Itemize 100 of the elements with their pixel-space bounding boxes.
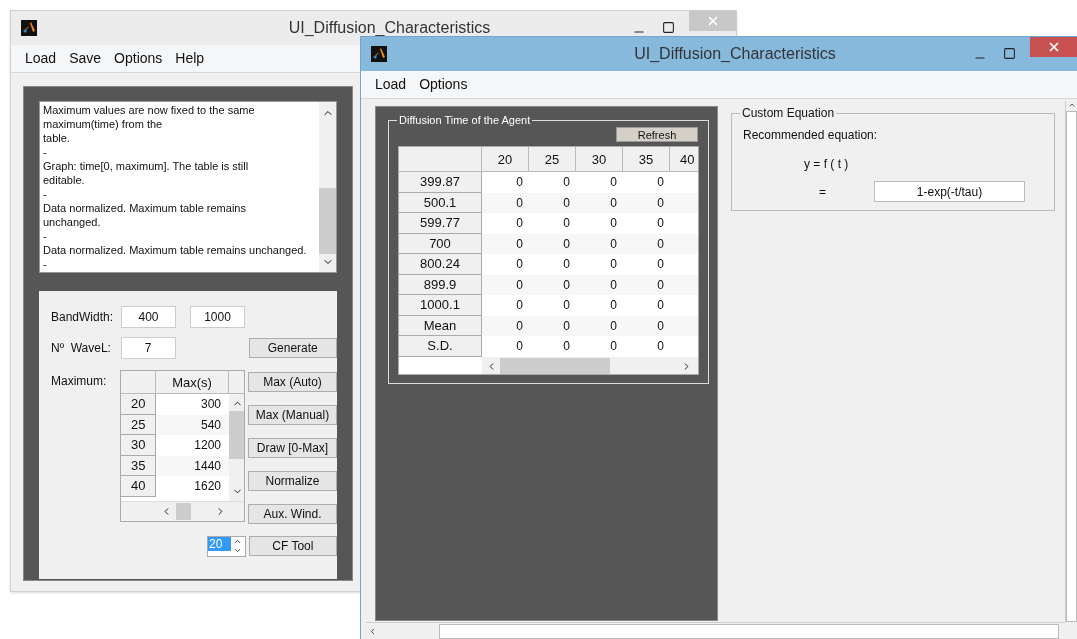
app-logo-icon [371, 46, 387, 62]
equals-sign: = [819, 183, 827, 201]
vertical-scrollbar[interactable] [229, 394, 244, 501]
column-header: 35 [623, 147, 670, 171]
table-cell-text: 0 [562, 256, 571, 273]
field-label: Nº WaveL: [51, 340, 112, 357]
table-cell-text: 0 [562, 174, 571, 191]
table-cell-text: 0 [609, 276, 618, 294]
table-cell-text: 0 [515, 215, 524, 232]
group-title: Diffusion Time of the Agent [397, 113, 533, 127]
window-title: UI_Diffusion_Characteristics [288, 18, 491, 38]
table-cell-text: 0 [656, 215, 665, 232]
log-line: - [43, 229, 48, 243]
table-cell-text: 0 [656, 256, 665, 273]
row-header: 700 [399, 233, 482, 254]
row-header: 1000.1 [399, 295, 482, 316]
row-header: 30 [121, 435, 156, 456]
push-button[interactable]: CF Tool [248, 536, 337, 556]
table-cell-text: 0 [562, 317, 571, 335]
column-header: 20 [482, 147, 529, 171]
column-header: 30 [576, 147, 623, 171]
menu-item[interactable]: Save [69, 48, 102, 69]
vertical-scrollbar[interactable] [319, 102, 336, 272]
table-cell-text: 0 [656, 194, 665, 212]
row-header: 25 [121, 414, 156, 435]
table-cell-text: 0 [656, 317, 665, 335]
input-field[interactable]: 400 [121, 306, 176, 328]
input-field[interactable]: 7 [120, 337, 176, 359]
table-cell-text: 0 [656, 174, 665, 191]
table-cell-text: 0 [515, 276, 524, 294]
horizontal-scrollbar[interactable] [121, 501, 244, 521]
column-header: 25 [529, 147, 576, 171]
log-line: - [43, 257, 48, 271]
table-cell-text: 0 [609, 338, 618, 355]
table-cell-text: 0 [609, 317, 618, 335]
scrollbar-thumb[interactable] [176, 503, 191, 520]
table-cell-text: 0 [562, 235, 571, 253]
table-cell-text: 0 [609, 235, 618, 253]
column-header: 40 [679, 151, 696, 169]
row-header: 399.87 [399, 172, 482, 193]
field-label: Maximum: [51, 373, 108, 390]
table-cell-text: 0 [609, 194, 618, 212]
menu-item[interactable]: Help [175, 48, 205, 69]
equation-field[interactable]: 1-exp(-t/tau) [874, 181, 1025, 202]
table-cell-text: 0 [609, 215, 618, 232]
table-cell-text: 0 [656, 297, 665, 314]
table-cell-text: 0 [562, 215, 571, 232]
push-button[interactable]: Draw [0-Max] [248, 438, 337, 458]
equation-function: y = f ( t ) [804, 156, 850, 173]
table-cell-text: 0 [515, 256, 524, 273]
input-field[interactable]: 1000 [190, 306, 245, 328]
vertical-scrollbar[interactable] [1065, 101, 1077, 622]
push-button[interactable]: Generate [248, 338, 337, 358]
log-line: - [43, 145, 48, 159]
menu-item[interactable]: Load [375, 74, 407, 95]
table-cell-text: 0 [562, 297, 571, 314]
log-line: table. [43, 131, 71, 145]
maximize-icon[interactable] [1003, 47, 1016, 60]
table-cell-text: 0 [515, 235, 524, 253]
field-label: BandWidth: [51, 309, 115, 326]
group-title: Custom Equation [740, 106, 837, 120]
menu-item[interactable]: Load [25, 48, 57, 69]
table-cell-text: 0 [656, 338, 665, 355]
push-button[interactable]: Max (Auto) [248, 372, 337, 392]
log-line: Maximum values are now fixed to the same [43, 103, 256, 117]
table-cell: 540 [156, 414, 229, 435]
table-cell-text: 0 [609, 256, 618, 273]
table-cell-text: 0 [609, 297, 618, 314]
table-cell-text: 0 [515, 194, 524, 212]
table-cell: 1440 [156, 455, 229, 476]
maximize-icon[interactable] [662, 21, 675, 34]
table-cell-text: 0 [515, 174, 524, 191]
push-button[interactable]: Normalize [248, 471, 337, 491]
menu-item[interactable]: Options [419, 74, 468, 95]
refresh-button[interactable]: Refresh [616, 127, 698, 142]
log-line: Data normalized. Maximum table remains unchanged. [43, 243, 308, 257]
row-header: 20 [121, 394, 156, 415]
row-header: 35 [121, 455, 156, 476]
table-cell-text: 0 [515, 338, 524, 355]
window-title: UI_Diffusion_Characteristics [634, 44, 836, 64]
row-header: S.D. [399, 336, 482, 357]
row-header: 599.77 [399, 213, 482, 234]
log-line: Data normalized. Maximum table remains [43, 201, 247, 215]
row-header: 800.24 [399, 254, 482, 275]
log-line: - [43, 187, 48, 201]
table-cell-text: 0 [609, 174, 618, 191]
table-cell-text: 0 [656, 276, 665, 294]
push-button[interactable]: Max (Manual) [248, 405, 337, 425]
menu-item[interactable]: Options [114, 48, 163, 69]
table-cell-text: 0 [515, 317, 524, 335]
row-header: 40 [121, 476, 156, 497]
log-line: maximum(time) from the [43, 117, 164, 131]
equation-caption: Recommended equation: [743, 127, 879, 144]
row-header: 500.1 [399, 192, 482, 213]
log-line: Graph: time[0, maximum]. The table is still [43, 159, 250, 173]
row-header: Mean [399, 315, 482, 336]
table-cell-text: 0 [515, 297, 524, 314]
table-cell-text: 0 [656, 235, 665, 253]
close-button[interactable] [1030, 37, 1077, 57]
push-button[interactable]: Aux. Wind. [248, 504, 337, 524]
